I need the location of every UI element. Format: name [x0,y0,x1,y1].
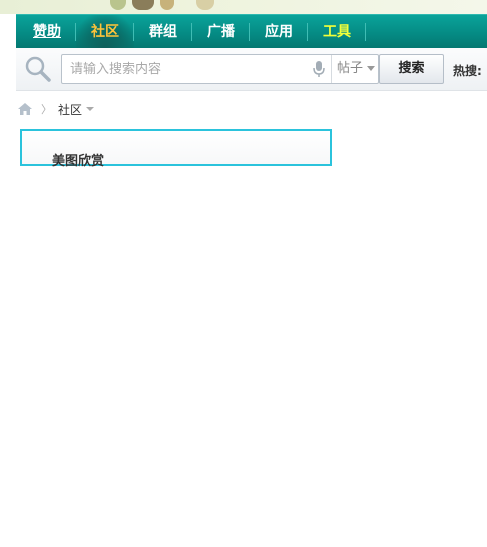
main-nav: 赞助 社区 群组 广播 应用 工具 [16,14,487,49]
chevron-down-icon[interactable] [86,107,95,111]
nav-item-tools[interactable]: 工具 [308,15,366,49]
banner-decoration [132,0,154,10]
banner-decoration [196,0,214,10]
breadcrumb: 〉 社区 [17,100,95,118]
top-banner [0,0,487,14]
chevron-down-icon [367,66,376,71]
nav-item-apps[interactable]: 应用 [250,15,308,49]
panel-title[interactable]: 美图欣赏 [52,150,104,169]
breadcrumb-current[interactable]: 社区 [58,101,82,118]
banner-decoration [110,0,126,10]
search-button[interactable]: 搜索 [379,54,444,84]
search-type-select[interactable]: 帖子 [331,55,378,83]
search-box: 帖子 [61,54,379,84]
search-icon [25,56,51,82]
nav-item-broadcast[interactable]: 广播 [192,15,250,49]
nav-item-community[interactable]: 社区 [76,15,134,49]
microphone-icon[interactable] [313,61,325,78]
home-icon[interactable] [17,102,33,116]
search-input[interactable] [62,55,312,83]
banner-decoration [160,0,174,10]
breadcrumb-separator-icon: 〉 [41,103,52,116]
nav-item-sponsor[interactable]: 赞助 [16,15,76,49]
search-bar: 帖子 搜索 热搜: [16,48,487,91]
search-type-label: 帖子 [337,61,364,76]
content-panel: 美图欣赏 [20,129,332,169]
nav-item-groups[interactable]: 群组 [134,15,192,49]
hot-search-label: 热搜: [453,64,482,78]
